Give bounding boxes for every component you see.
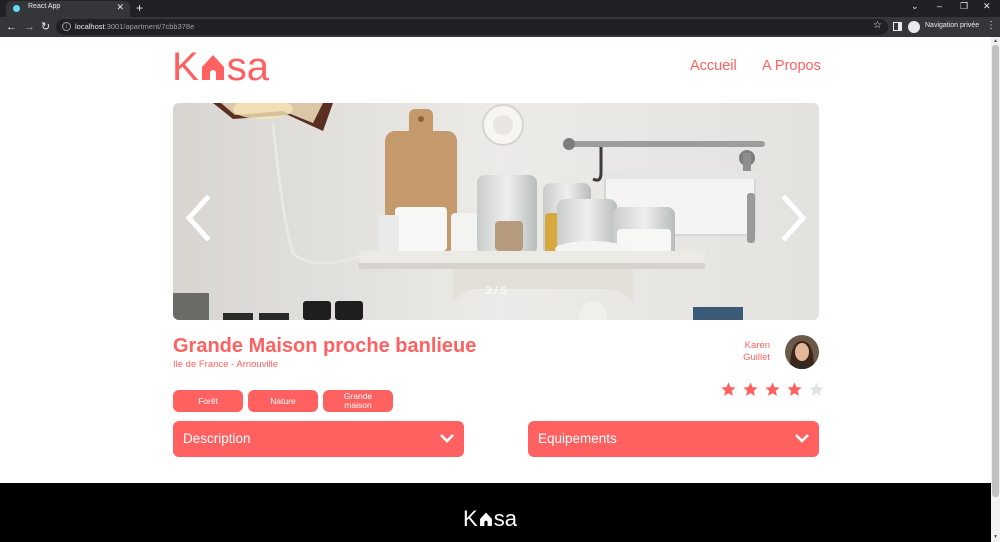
logo-letter-k: K bbox=[172, 45, 199, 89]
carousel-next-chevron-right-icon[interactable] bbox=[779, 195, 809, 241]
scroll-down-icon[interactable]: ▼ bbox=[993, 534, 998, 540]
address-bar[interactable]: i localhost:3001/apartment/7cbb378e ☆ bbox=[56, 19, 888, 35]
star-icon bbox=[721, 382, 736, 396]
host-first-name: Karen bbox=[744, 340, 770, 351]
description-label: Description bbox=[183, 431, 251, 446]
equipments-label: Equipements bbox=[538, 431, 617, 446]
private-browsing-label: Navigation privée bbox=[925, 22, 980, 29]
forward-icon[interactable]: → bbox=[24, 19, 35, 35]
star-icon bbox=[809, 382, 824, 396]
browser-toolbar: ← → ↻ i localhost:3001/apartment/7cbb378… bbox=[0, 17, 1000, 37]
equipments-collapse[interactable]: Equipements bbox=[528, 421, 819, 457]
bookmark-star-icon[interactable]: ☆ bbox=[873, 20, 882, 31]
host-last-name: Guillet bbox=[743, 352, 770, 363]
tag-item: Nature bbox=[248, 390, 318, 412]
browser-tab-bar: React App ✕ + ⌄ – ❐ ✕ bbox=[0, 0, 1000, 17]
back-icon[interactable]: ← bbox=[6, 19, 17, 35]
tab-title: React App bbox=[28, 3, 61, 10]
description-collapse[interactable]: Description bbox=[173, 421, 464, 457]
star-icon bbox=[787, 382, 802, 396]
reload-icon[interactable]: ↻ bbox=[41, 19, 50, 35]
nav-about-link[interactable]: A Propos bbox=[762, 58, 821, 74]
house-logo-icon bbox=[201, 55, 224, 80]
house-logo-icon bbox=[479, 512, 492, 526]
footer-logo: K sa bbox=[463, 507, 517, 531]
footer-logo-letters-sa: sa bbox=[493, 506, 517, 531]
minimize-icon[interactable]: – bbox=[937, 1, 942, 11]
nav-home-link[interactable]: Accueil bbox=[690, 58, 737, 74]
footer: K sa bbox=[0, 483, 991, 542]
star-icon bbox=[743, 382, 758, 396]
react-favicon-icon bbox=[13, 5, 20, 12]
url-text: localhost:3001/apartment/7cbb378e bbox=[75, 22, 195, 31]
scrollbar-thumb[interactable] bbox=[992, 45, 999, 497]
scroll-up-icon[interactable]: ▲ bbox=[993, 38, 998, 44]
rating-stars bbox=[720, 381, 825, 398]
tag-list: Forêt Nature Grande maison bbox=[173, 390, 393, 412]
incognito-icon bbox=[908, 21, 920, 33]
host-name: Karen Guillet bbox=[724, 340, 770, 364]
tag-item: Grande maison bbox=[323, 390, 393, 412]
tab-search-icon[interactable]: ⌄ bbox=[911, 1, 919, 12]
tab-close-icon[interactable]: ✕ bbox=[116, 2, 124, 13]
listing-location: Ile de France - Arnouville bbox=[173, 359, 279, 370]
tag-item: Forêt bbox=[173, 390, 243, 412]
chevron-down-icon[interactable] bbox=[795, 433, 809, 443]
carousel-prev-chevron-left-icon[interactable] bbox=[183, 195, 213, 241]
page-scrollbar[interactable]: ▲ ▼ bbox=[991, 37, 1000, 542]
close-window-icon[interactable]: ✕ bbox=[983, 1, 991, 12]
restore-icon[interactable]: ❐ bbox=[960, 1, 968, 12]
star-icon bbox=[765, 382, 780, 396]
kasa-logo[interactable]: K sa bbox=[172, 45, 269, 89]
footer-logo-letter-k: K bbox=[463, 506, 478, 531]
host-avatar bbox=[785, 335, 819, 369]
photo-carousel: 3 / 5 bbox=[173, 103, 819, 320]
chevron-down-icon[interactable] bbox=[440, 433, 454, 443]
listing-title: Grande Maison proche banlieue bbox=[173, 335, 477, 357]
carousel-counter: 3 / 5 bbox=[485, 285, 507, 297]
side-panel-icon[interactable] bbox=[893, 22, 902, 31]
new-tab-button[interactable]: + bbox=[136, 0, 143, 16]
site-info-icon[interactable]: i bbox=[62, 22, 71, 31]
logo-letters-sa: sa bbox=[226, 45, 269, 89]
browser-menu-icon[interactable]: ⋮ bbox=[986, 20, 996, 32]
browser-tab[interactable]: React App ✕ bbox=[6, 1, 130, 17]
